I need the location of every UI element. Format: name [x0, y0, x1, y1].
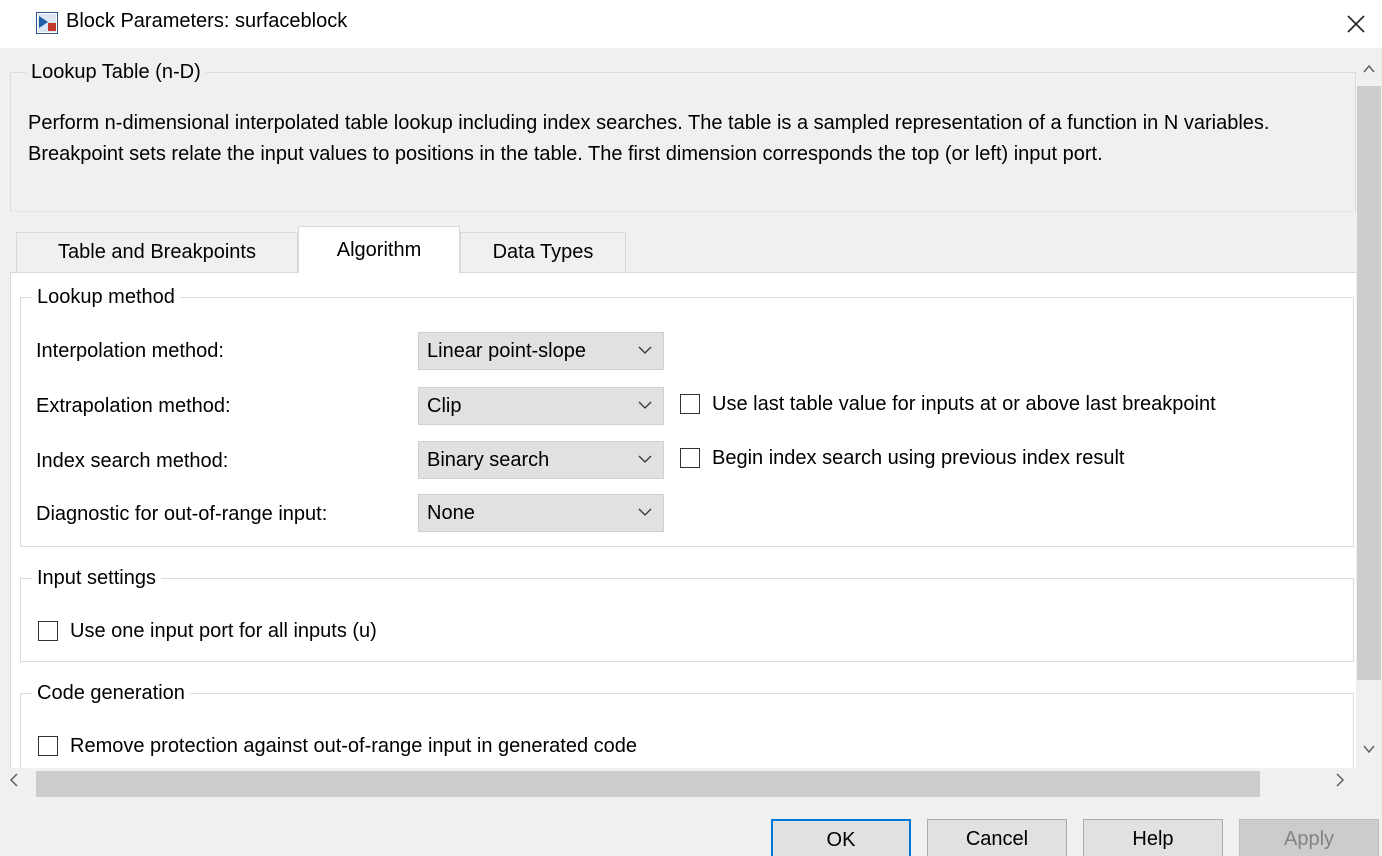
cancel-button[interactable]: Cancel [927, 819, 1067, 856]
use-last-table-value-label: Use last table value for inputs at or ab… [712, 393, 1216, 415]
chevron-down-icon [1363, 745, 1375, 754]
vertical-scroll-thumb[interactable] [1357, 86, 1381, 680]
chevron-down-icon [638, 508, 652, 516]
select-value: Linear point-slope [427, 339, 586, 362]
code-generation-legend: Code generation [32, 682, 190, 705]
apply-button[interactable]: Apply [1239, 819, 1379, 856]
remove-protection-label: Remove protection against out-of-range i… [70, 735, 638, 757]
index-search-method-select[interactable]: Binary search [418, 441, 664, 479]
block-type-legend: Lookup Table (n-D) [26, 61, 206, 84]
begin-index-search-label: Begin index search using previous index … [712, 447, 1125, 469]
chevron-down-icon [638, 401, 652, 409]
scroll-up-button[interactable] [1360, 62, 1378, 82]
tab-table-and-breakpoints[interactable]: Table and Breakpoints [16, 232, 298, 272]
lookup-method-legend: Lookup method [32, 286, 180, 309]
close-icon [1347, 15, 1365, 33]
diagnostic-select[interactable]: None [418, 494, 664, 532]
extrapolation-method-label: Extrapolation method: [36, 395, 231, 417]
tab-label: Table and Breakpoints [58, 241, 256, 263]
interpolation-method-select[interactable]: Linear point-slope [418, 332, 664, 370]
simulink-block-icon [36, 12, 58, 34]
scroll-right-button[interactable] [1330, 770, 1350, 794]
scroll-down-button[interactable] [1360, 742, 1378, 762]
chevron-down-icon [638, 455, 652, 463]
use-last-table-value-checkbox[interactable] [680, 394, 700, 414]
chevron-up-icon [1363, 64, 1375, 73]
help-button[interactable]: Help [1083, 819, 1223, 856]
chevron-right-icon [1336, 773, 1345, 787]
block-description: Perform n-dimensional interpolated table… [28, 112, 1270, 165]
select-value: Clip [427, 394, 462, 417]
select-value: Binary search [427, 448, 550, 471]
tab-algorithm[interactable]: Algorithm [298, 226, 460, 273]
tab-label: Algorithm [336, 238, 422, 261]
tab-label: Data Types [492, 241, 594, 263]
horizontal-scroll-thumb[interactable] [36, 771, 1260, 797]
begin-index-search-checkbox[interactable] [680, 448, 700, 468]
extrapolation-method-select[interactable]: Clip [418, 387, 664, 425]
remove-protection-checkbox[interactable] [38, 736, 58, 756]
chevron-down-icon [638, 346, 652, 354]
diagnostic-label: Diagnostic for out-of-range input: [36, 503, 328, 525]
chevron-left-icon [9, 773, 18, 787]
scroll-left-button[interactable] [4, 770, 24, 794]
one-input-port-label: Use one input port for all inputs (u) [70, 620, 377, 642]
close-button[interactable] [1336, 4, 1376, 44]
ok-button[interactable]: OK [771, 819, 911, 856]
interpolation-method-label: Interpolation method: [36, 340, 224, 362]
one-input-port-checkbox[interactable] [38, 621, 58, 641]
window-title: Block Parameters: surfaceblock [66, 10, 348, 32]
index-search-method-label: Index search method: [36, 450, 229, 472]
tab-data-types[interactable]: Data Types [460, 232, 626, 272]
select-value: None [427, 501, 475, 524]
input-settings-legend: Input settings [32, 567, 161, 590]
